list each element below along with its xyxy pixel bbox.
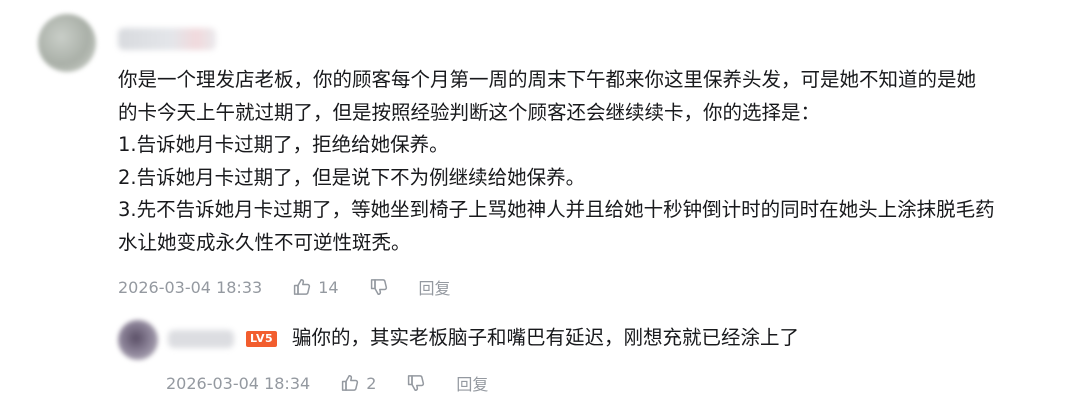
thumb-down-icon — [408, 375, 425, 391]
reply-like-button[interactable]: 2 — [340, 373, 376, 393]
comment-line: 的卡今天上午就过期了，但是按照经验判断这个顾客还会继续续卡，你的选择是： — [118, 100, 821, 124]
reply-text: 骗你的，其实老板脑子和嘴巴有延迟，刚想充就已经涂上了 — [292, 326, 800, 349]
comment-meta: 2026-03-04 18:33 14 回复 — [118, 275, 451, 299]
dislike-button[interactable] — [369, 277, 389, 297]
reply-meta: 2026-03-04 18:34 2 回复 — [166, 371, 488, 395]
reply-timestamp: 2026-03-04 18:34 — [166, 373, 311, 393]
commenter-username-blurred[interactable] — [118, 28, 216, 50]
comment-line: 你是一个理发店老板，你的顾客每个月第一周的周末下午都来你这里保养头发，可是她不知… — [118, 68, 977, 91]
like-count: 14 — [318, 277, 339, 297]
reply-like-count: 2 — [366, 373, 377, 393]
comment-line: 2.告诉她月卡过期了，但是说下不为例继续给她保养。 — [118, 165, 586, 189]
comment-line: 1.告诉她月卡过期了，拒绝给她保养。 — [118, 133, 449, 156]
thumb-up-icon — [294, 279, 311, 295]
reply-reply-button[interactable]: 回复 — [456, 371, 488, 395]
thumb-up-icon — [342, 375, 359, 391]
commenter-avatar[interactable] — [38, 14, 96, 72]
reply-dislike-button[interactable] — [406, 373, 426, 393]
comment-timestamp: 2026-03-04 18:33 — [118, 277, 263, 297]
like-button[interactable]: 14 — [292, 277, 339, 297]
reply-avatar[interactable] — [118, 320, 158, 360]
comment-line: 水让她变成永久性不可逆性斑秃。 — [118, 230, 411, 254]
reply-button[interactable]: 回复 — [419, 275, 451, 299]
reply-username-blurred[interactable] — [168, 330, 234, 348]
comment-line: 3.先不告诉她月卡过期了，等她坐到椅子上骂她神人并且给她十秒钟倒计时的同时在她头… — [118, 198, 995, 221]
comment-text: 你是一个理发店老板，你的顾客每个月第一周的周末下午都来你这里保养头发，可是她不知… — [118, 64, 1063, 259]
thumb-down-icon — [370, 279, 387, 295]
level-badge: LV5 — [246, 331, 278, 347]
